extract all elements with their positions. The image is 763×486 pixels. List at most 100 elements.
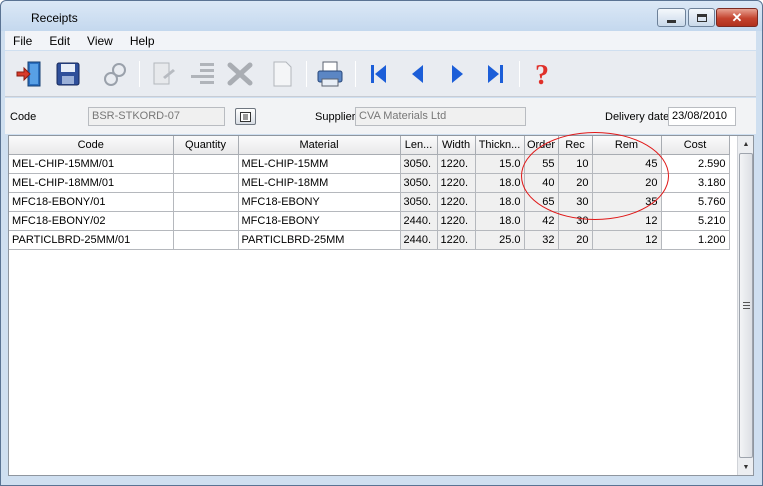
cell-cost[interactable]: 5.210 — [661, 211, 730, 231]
menu-edit[interactable]: Edit — [41, 34, 79, 48]
cell-order: 65 — [524, 192, 559, 212]
cell-code[interactable]: MFC18-EBONY/01 — [9, 192, 174, 212]
menu-view[interactable]: View — [79, 34, 122, 48]
supplier-field[interactable]: CVA Materials Ltd — [355, 107, 526, 126]
table-row[interactable]: PARTICLBRD-25MM/01 PARTICLBRD-25MM 2440.… — [9, 230, 730, 250]
column-header-thickness[interactable]: Thickn... — [475, 136, 525, 155]
cell-thickness: 25.0 — [475, 230, 525, 250]
column-header-cost[interactable]: Cost — [661, 136, 730, 155]
column-header-length[interactable]: Len... — [400, 136, 438, 155]
delivery-date-label: Delivery date — [605, 111, 670, 123]
cell-cost[interactable]: 5.760 — [661, 192, 730, 212]
scrollbar-thumb[interactable] — [739, 153, 753, 458]
cell-width: 1220. — [437, 230, 476, 250]
print-icon[interactable] — [315, 59, 345, 89]
cell-rem: 12 — [592, 211, 662, 231]
new-icon[interactable] — [267, 59, 297, 89]
supplier-label: Supplier — [315, 111, 356, 123]
cell-cost[interactable]: 2.590 — [661, 154, 730, 174]
maximize-button[interactable] — [688, 8, 715, 27]
delete-icon[interactable] — [225, 59, 255, 89]
cell-width: 1220. — [437, 192, 476, 212]
cell-material[interactable]: MFC18-EBONY — [238, 192, 401, 212]
scroll-down-icon[interactable]: ▼ — [738, 459, 754, 475]
cell-code[interactable]: MEL-CHIP-18MM/01 — [9, 173, 174, 193]
save-icon[interactable] — [53, 59, 83, 89]
cell-quantity[interactable] — [173, 154, 239, 174]
vertical-scrollbar[interactable]: ▲ ▼ — [737, 136, 753, 475]
cell-quantity[interactable] — [173, 173, 239, 193]
close-icon: ✕ — [731, 9, 743, 25]
cell-quantity[interactable] — [173, 211, 239, 231]
minimize-button[interactable] — [657, 8, 686, 27]
cell-thickness: 15.0 — [475, 154, 525, 174]
close-button[interactable]: ✕ — [716, 8, 758, 27]
lookup-icon — [240, 111, 251, 122]
cell-rem: 20 — [592, 173, 662, 193]
list-icon[interactable] — [188, 59, 218, 89]
cell-material[interactable]: MEL-CHIP-15MM — [238, 154, 401, 174]
column-header-quantity[interactable]: Quantity — [173, 136, 239, 155]
toolbar: ? — [5, 51, 756, 97]
help-icon[interactable]: ? — [527, 59, 557, 89]
find-icon[interactable] — [101, 59, 131, 89]
column-header-width[interactable]: Width — [437, 136, 476, 155]
first-record-icon[interactable] — [364, 59, 394, 89]
table-row[interactable]: MFC18-EBONY/01 MFC18-EBONY 3050. 1220. 1… — [9, 192, 730, 212]
code-field[interactable]: BSR-STKORD-07 — [88, 107, 225, 126]
cell-material[interactable]: MFC18-EBONY — [238, 211, 401, 231]
cell-thickness: 18.0 — [475, 173, 525, 193]
cell-length: 2440. — [400, 230, 438, 250]
table-row[interactable]: MFC18-EBONY/02 MFC18-EBONY 2440. 1220. 1… — [9, 211, 730, 231]
cell-rem: 45 — [592, 154, 662, 174]
scroll-up-icon[interactable]: ▲ — [738, 136, 754, 152]
delivery-date-field[interactable]: 23/08/2010 — [668, 107, 736, 126]
menu-help[interactable]: Help — [122, 34, 164, 48]
next-record-icon[interactable] — [442, 59, 472, 89]
cell-width: 1220. — [437, 154, 476, 174]
receipts-grid: Code Quantity Material Len... Width Thic… — [8, 135, 754, 476]
cell-material[interactable]: PARTICLBRD-25MM — [238, 230, 401, 250]
minimize-icon — [667, 19, 676, 23]
cell-rec: 20 — [558, 173, 593, 193]
column-header-rec[interactable]: Rec — [558, 136, 593, 155]
cell-cost[interactable]: 3.180 — [661, 173, 730, 193]
table-row[interactable]: MEL-CHIP-18MM/01 MEL-CHIP-18MM 3050. 122… — [9, 173, 730, 193]
cell-order: 32 — [524, 230, 559, 250]
cell-rec: 20 — [558, 230, 593, 250]
cell-rem: 12 — [592, 230, 662, 250]
exit-icon[interactable] — [15, 59, 45, 89]
menu-file[interactable]: File — [5, 34, 41, 48]
cell-quantity[interactable] — [173, 230, 239, 250]
menu-bar: File Edit View Help — [5, 31, 756, 50]
code-label: Code — [10, 111, 37, 123]
table-row[interactable]: MEL-CHIP-15MM/01 MEL-CHIP-15MM 3050. 122… — [9, 154, 730, 174]
grip-icon — [742, 302, 750, 309]
cell-rec: 10 — [558, 154, 593, 174]
cell-cost[interactable]: 1.200 — [661, 230, 730, 250]
previous-record-icon[interactable] — [403, 59, 433, 89]
cell-width: 1220. — [437, 173, 476, 193]
receipts-table: Code Quantity Material Len... Width Thic… — [9, 136, 730, 250]
window-title: Receipts — [31, 11, 78, 25]
cell-thickness: 18.0 — [475, 192, 525, 212]
cell-length: 2440. — [400, 211, 438, 231]
maximize-icon — [696, 13, 707, 22]
title-bar: Receipts ✕ — [1, 1, 762, 31]
cell-code[interactable]: MEL-CHIP-15MM/01 — [9, 154, 174, 174]
cell-code[interactable]: MFC18-EBONY/02 — [9, 211, 174, 231]
cell-rem: 35 — [592, 192, 662, 212]
table-header-row: Code Quantity Material Len... Width Thic… — [9, 136, 730, 155]
last-record-icon[interactable] — [480, 59, 510, 89]
cell-order: 42 — [524, 211, 559, 231]
column-header-order[interactable]: Order — [524, 136, 559, 155]
column-header-code[interactable]: Code — [9, 136, 174, 155]
cell-quantity[interactable] — [173, 192, 239, 212]
column-header-rem[interactable]: Rem — [592, 136, 662, 155]
code-lookup-button[interactable] — [235, 108, 256, 125]
cell-code[interactable]: PARTICLBRD-25MM/01 — [9, 230, 174, 250]
cell-length: 3050. — [400, 154, 438, 174]
edit-icon[interactable] — [148, 59, 178, 89]
cell-material[interactable]: MEL-CHIP-18MM — [238, 173, 401, 193]
column-header-material[interactable]: Material — [238, 136, 401, 155]
